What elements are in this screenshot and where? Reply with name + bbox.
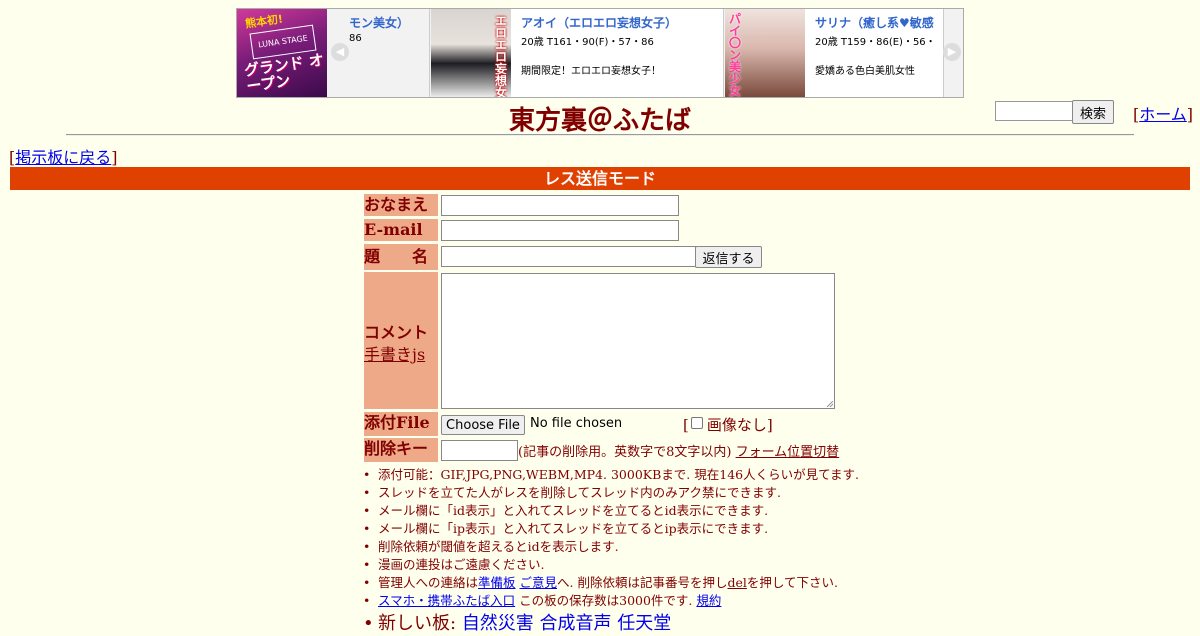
search-input[interactable] [995, 101, 1073, 121]
resize-grip-icon[interactable] [827, 401, 833, 407]
handwrite-js-link[interactable]: 手書きjs [364, 341, 425, 365]
banner-next-arrow-icon[interactable]: ▶ [943, 43, 961, 61]
note-id-display: メール欄に「id表示」と入れてスレッドを立てるとid表示にできます. [363, 502, 859, 520]
back-link-wrapper: [掲示板に戻る] [9, 148, 118, 167]
ad-stat-aoi: 20歳 T161・90(F)・57・86 [521, 37, 654, 48]
note-mobile: スマホ・携帯ふたば入口 この板の保存数は3000件です. 規約 [363, 592, 859, 610]
delete-key-note-wrap: (記事の削除用。英数字で8文字以内) フォーム位置切替 [518, 441, 839, 460]
ad-partial-stat: 86 [349, 33, 362, 44]
note-manga-repost: 漫画の連投はご遠慮ください. [363, 556, 859, 574]
ad-card-aoi[interactable]: エロエロ妄想女子 アオイ（エロエロ妄想女子） 20歳 T161・90(F)・57… [431, 9, 724, 97]
ad-photo-sarina[interactable]: パイ〇ン美少女♥ [725, 9, 805, 97]
note-contact: 管理人への連絡は準備板 ご意見へ. 削除依頼は記事番号を押しdelを押して下さい… [363, 574, 859, 592]
feedback-link[interactable]: ご意見 [520, 575, 558, 590]
file-label: 添付File [364, 412, 438, 436]
note-attachments: 添付可能：GIF,JPG,PNG,WEBM,MP4. 3000KBまで. 現在1… [363, 466, 859, 484]
note-delete-threshold: 削除依頼が閾値を超えるとidを表示します. [363, 538, 859, 556]
note-storage: この板の保存数は3000件です. [519, 593, 693, 608]
name-label: おなまえ [364, 194, 438, 216]
no-file-chosen-text: No file chosen [530, 416, 623, 431]
ad-name-aoi[interactable]: アオイ（エロエロ妄想女子） [521, 14, 677, 31]
ad-desc-sarina: 愛嬌ある色白美肌女性 [815, 66, 915, 77]
new-board-link-synth-voice[interactable]: 合成音声 [540, 613, 612, 634]
header-divider [66, 134, 1134, 136]
ad-photo-sarina-tag: パイ〇ン美少女♥ [729, 12, 742, 97]
email-label: E-mail [364, 219, 438, 241]
no-image-label: 画像なし [706, 416, 767, 434]
delete-key-label: 削除キー [364, 438, 438, 462]
board-notes-list: 添付可能：GIF,JPG,PNG,WEBM,MP4. 3000KBまで. 現在1… [363, 466, 859, 636]
note-new-boards: 新しい板: 自然災害 合成音声 任天堂 [363, 612, 859, 636]
search-button[interactable]: 検索 [1072, 100, 1114, 124]
new-boards-label: 新しい板: [378, 613, 457, 634]
choose-file-button[interactable]: Choose File [441, 415, 525, 435]
del-link[interactable]: del [727, 575, 746, 590]
note-contact-pre: 管理人への連絡は [378, 575, 479, 590]
ad-logo-luna-stage[interactable]: 熊本初! LUNA STAGE グランド オープン [237, 9, 327, 97]
note-contact-post: を押して下さい. [746, 575, 838, 590]
back-to-board-link[interactable]: 掲示板に戻る [15, 148, 111, 167]
delete-key-note: (記事の削除用。英数字で8文字以内) [518, 445, 732, 460]
no-image-checkbox[interactable] [690, 417, 703, 429]
home-link-wrapper: [ホーム] [1133, 105, 1194, 124]
ad-partial-name: モン美女） [349, 16, 410, 30]
comment-label: コメント [364, 323, 429, 342]
reply-mode-bar: レス送信モード [10, 167, 1190, 190]
subject-label: 題 名 [364, 244, 438, 270]
comment-label-cell: コメント 手書きjs [364, 272, 438, 409]
ad-photo-aoi[interactable]: エロエロ妄想女子 [431, 9, 511, 97]
terms-link[interactable]: 規約 [696, 593, 721, 608]
submit-reply-button[interactable]: 返信する [695, 246, 762, 268]
ad-name-sarina[interactable]: サリナ（癒し系♥敏感 [815, 14, 936, 31]
note-ip-display: メール欄に「ip表示」と入れてスレッドを立てるとip表示にできます. [363, 520, 859, 538]
comment-textarea[interactable] [441, 273, 835, 409]
new-board-link-disaster[interactable]: 自然災害 [462, 613, 534, 634]
ad-stat-sarina: 20歳 T159・86(E)・56・ [815, 37, 936, 48]
delete-key-input[interactable] [441, 440, 518, 461]
ad-desc-aoi: 期間限定！エロエロ妄想女子！ [521, 66, 661, 77]
ad-photo-aoi-tag: エロエロ妄想女子 [495, 14, 508, 97]
subject-input[interactable] [441, 246, 696, 267]
ad-banner[interactable]: 熊本初! LUNA STAGE グランド オープン ◀ モン美女） 86 エロエ… [236, 8, 964, 98]
email-input[interactable] [441, 220, 679, 241]
name-input[interactable] [441, 195, 679, 216]
banner-prev-arrow-icon[interactable]: ◀ [331, 43, 349, 61]
new-board-link-nintendo[interactable]: 任天堂 [617, 613, 671, 634]
form-position-toggle-link[interactable]: フォーム位置切替 [736, 445, 840, 460]
note-thread-delete: スレッドを立てた人がレスを削除してスレッド内のみアク禁にできます. [363, 484, 859, 502]
ad-card-sarina[interactable]: パイ〇ン美少女♥ サリナ（癒し系♥敏感 20歳 T159・86(E)・56・ 愛… [725, 9, 944, 97]
mobile-entry-link[interactable]: スマホ・携帯ふたば入口 [378, 593, 515, 608]
ad-card-partial[interactable]: モン美女） 86 [349, 9, 430, 97]
no-image-option: [画像なし] [683, 416, 773, 434]
ad-logo-line1: 熊本初! [244, 12, 284, 31]
note-contact-mid: へ. 削除依頼は記事番号を押し [557, 575, 728, 590]
prep-board-link[interactable]: 準備板 [478, 575, 516, 590]
home-link[interactable]: ホーム [1139, 105, 1187, 124]
